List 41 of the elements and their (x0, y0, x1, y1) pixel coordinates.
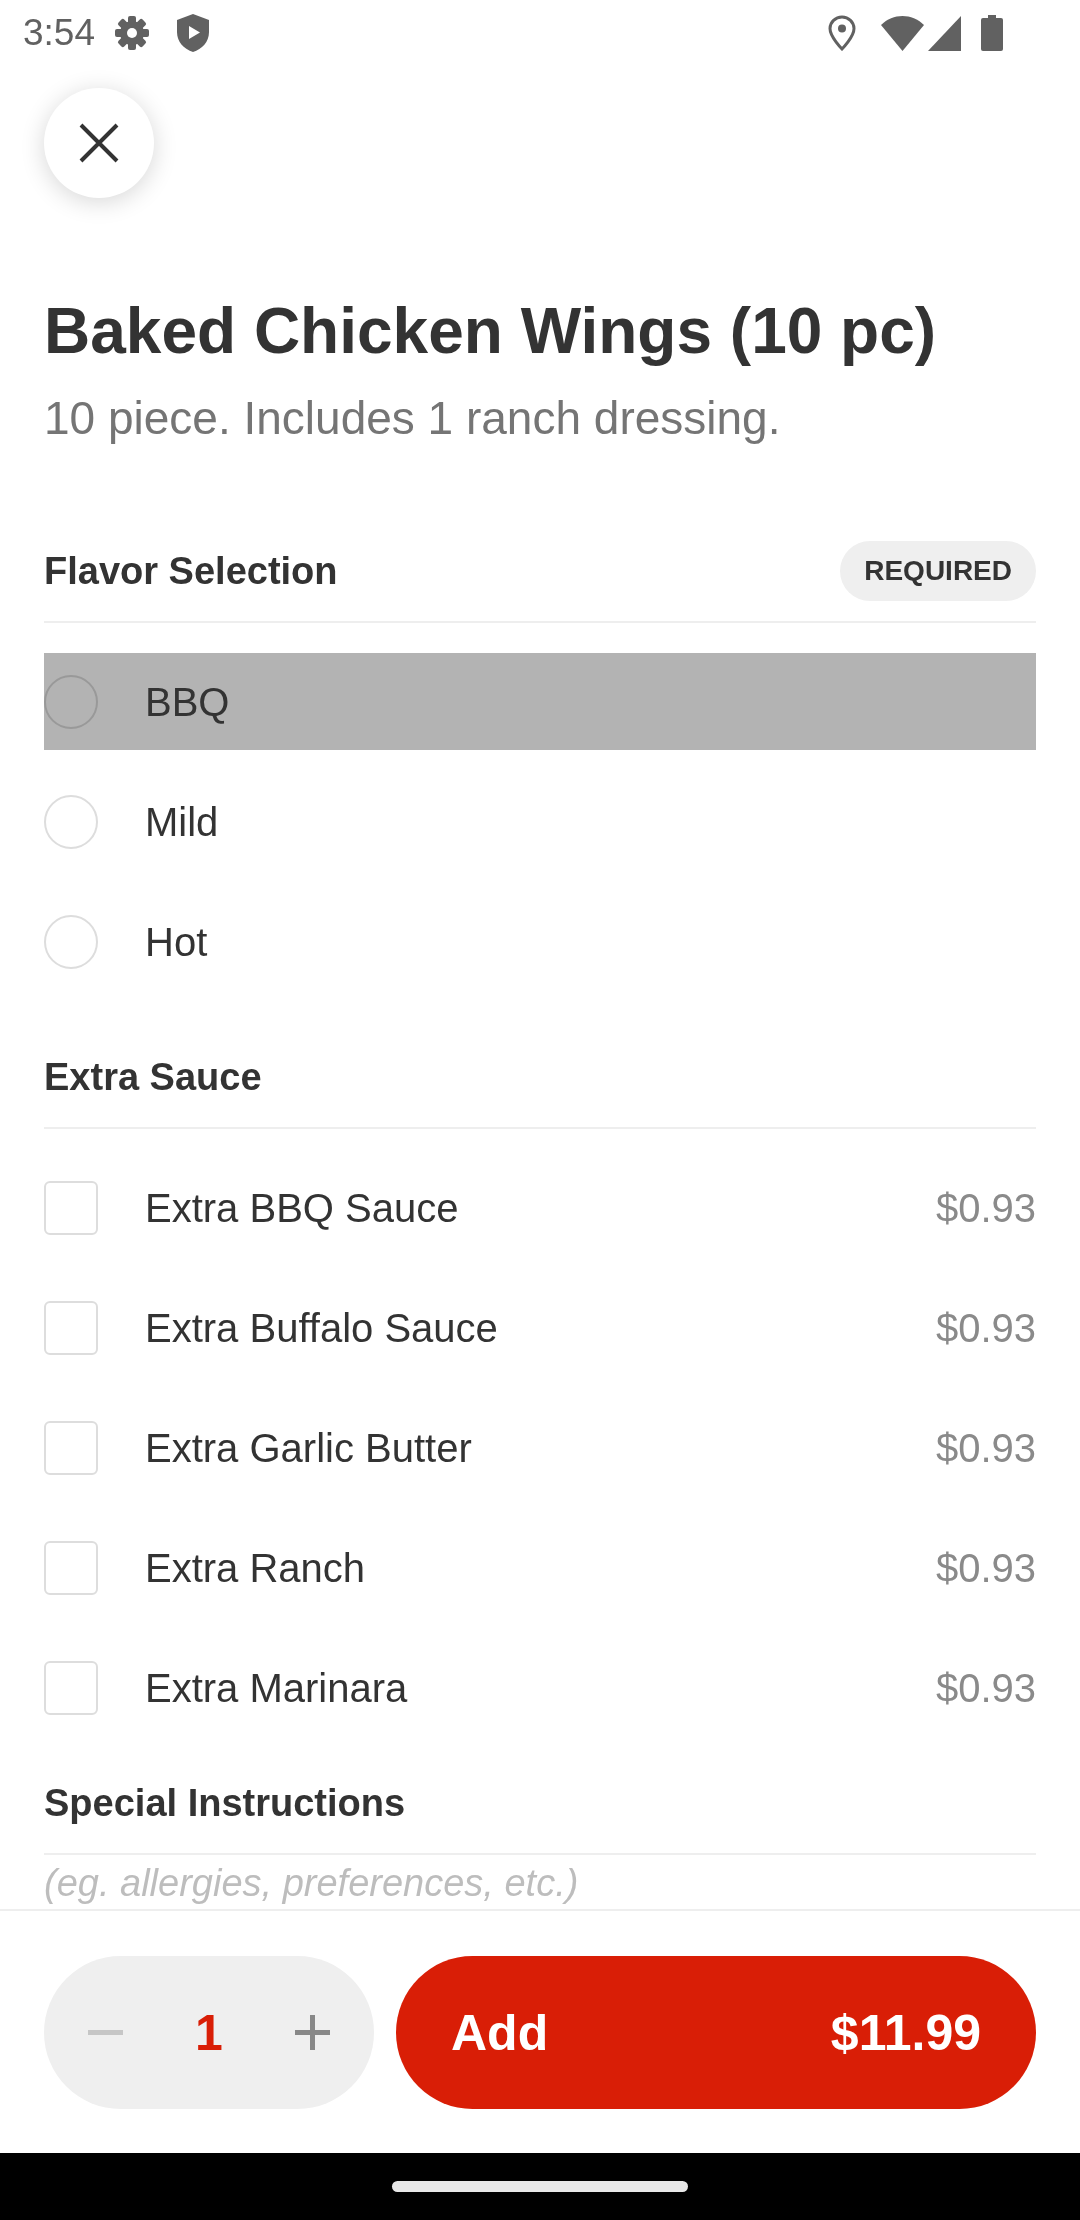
checkbox[interactable] (44, 1180, 98, 1235)
minus-icon (88, 2030, 123, 2035)
increase-button[interactable] (295, 2015, 330, 2050)
item-title: Baked Chicken Wings (10 pc) (44, 294, 938, 369)
shield-play-icon (177, 14, 209, 52)
price-label: $0.93 (935, 1544, 1036, 1592)
option-label: Mild (145, 798, 219, 846)
checkbox[interactable] (44, 1540, 98, 1595)
option-label: Hot (145, 918, 208, 966)
home-indicator[interactable] (392, 2181, 688, 2192)
status-time: 3:54 (23, 11, 95, 55)
radio-button[interactable] (44, 674, 98, 729)
section-title: Flavor Selection (44, 549, 338, 594)
option-label: Extra Marinara (145, 1664, 409, 1712)
price-label: $0.93 (935, 1424, 1036, 1472)
signal-icon (928, 15, 961, 51)
location-pin-icon (828, 15, 856, 51)
option-label: BBQ (145, 678, 230, 726)
checkbox[interactable] (44, 1660, 98, 1715)
price-label: $0.93 (935, 1664, 1036, 1712)
price-label: $0.93 (935, 1184, 1036, 1232)
battery-icon (981, 15, 1003, 51)
plus-icon (295, 2015, 330, 2050)
option-label: Extra BBQ Sauce (145, 1184, 460, 1232)
option-row[interactable]: BBQ (44, 653, 1036, 750)
section-title: Special Instructions (44, 1781, 406, 1826)
add-to-cart-button[interactable]: Add $11.99 (396, 1956, 1036, 2109)
checkbox[interactable] (44, 1300, 98, 1355)
required-badge: REQUIRED (840, 541, 1036, 601)
wifi-icon (881, 15, 924, 51)
option-label: Extra Ranch (145, 1544, 367, 1592)
checkbox[interactable] (44, 1420, 98, 1475)
option-label: Extra Garlic Butter (145, 1424, 473, 1472)
section-title: Extra Sauce (44, 1055, 262, 1100)
item-description: 10 piece. Includes 1 ranch dressing. (44, 391, 782, 446)
close-icon (79, 123, 119, 163)
price-label: $0.93 (935, 1304, 1036, 1352)
quantity-value: 1 (195, 2003, 223, 2063)
instructions-field[interactable]: (eg. allergies, preferences, etc.) (44, 1861, 1036, 1905)
total-price: $11.99 (830, 2003, 981, 2063)
option-label: Extra Buffalo Sauce (145, 1304, 499, 1352)
